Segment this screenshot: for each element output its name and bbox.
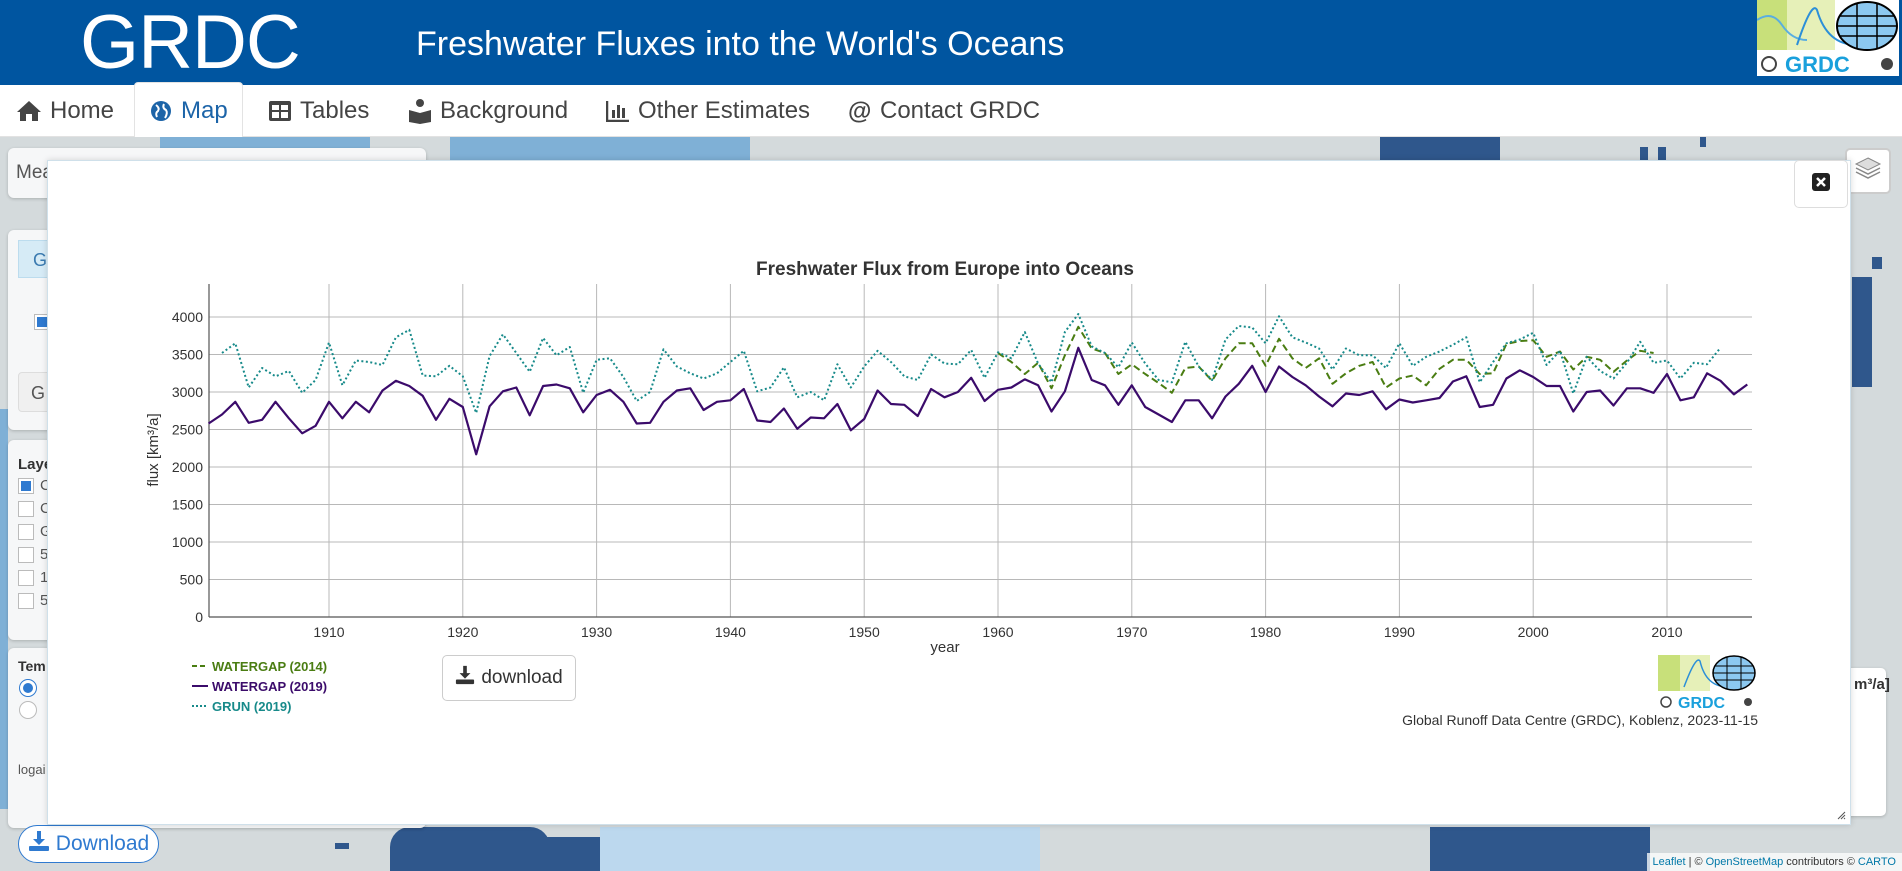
legend-swatch-solid	[192, 685, 208, 687]
chart-series	[207, 313, 1748, 456]
x-tick-label: 1980	[1250, 624, 1281, 640]
x-tick-label: 1990	[1384, 624, 1415, 640]
x-tick-label: 1910	[313, 624, 344, 640]
legend-item-grun-2019[interactable]: GRUN (2019)	[192, 696, 327, 716]
x-axis-label: year	[930, 639, 959, 656]
chart-axes	[208, 284, 1752, 618]
x-tick-label: 1960	[982, 624, 1013, 640]
y-tick-label: 2000	[172, 459, 203, 475]
legend-label-watergap-2019: WATERGAP (2019)	[212, 678, 328, 694]
svg-text:GRDC: GRDC	[1678, 695, 1726, 711]
chart-download-label: download	[481, 667, 563, 688]
x-tick-label: 1970	[1116, 624, 1147, 640]
y-axis-label: flux [km³/a]	[145, 413, 162, 486]
y-tick-label: 1000	[172, 534, 203, 550]
x-tick-label: 1940	[715, 624, 746, 640]
flux-chart: Freshwater Flux from Europe into Oceans …	[145, 259, 1752, 656]
y-tick-label: 2500	[172, 422, 203, 438]
legend-swatch-dashed	[192, 665, 208, 667]
y-tick-label: 4000	[172, 309, 203, 325]
legend-swatch-dotted	[192, 705, 206, 707]
y-tick-labels: 0 500 1000 1500 2000 2500 3000 3500 4000	[172, 309, 203, 625]
chart-credit: Global Runoff Data Centre (GRDC), Koblen…	[1402, 712, 1758, 728]
chart-title: Freshwater Flux from Europe into Oceans	[756, 259, 1134, 280]
y-tick-label: 3000	[172, 384, 203, 400]
y-tick-label: 500	[180, 572, 204, 588]
legend-item-watergap-2014[interactable]: WATERGAP (2014)	[192, 656, 327, 676]
chart-download-button[interactable]: download	[442, 655, 576, 701]
y-tick-label: 0	[195, 609, 203, 625]
y-tick-label: 1500	[172, 497, 203, 513]
legend-label-watergap-2014: WATERGAP (2014)	[212, 658, 328, 674]
chart-legend: WATERGAP (2014) WATERGAP (2019) GRUN (20…	[192, 656, 327, 716]
chart-grdc-logo: GRDC	[1658, 655, 1756, 712]
x-tick-label: 1930	[581, 624, 612, 640]
y-tick-label: 3500	[172, 347, 203, 363]
x-tick-label: 2010	[1651, 624, 1682, 640]
x-tick-labels: 1910 1920 1930 1940 1950 1960 1970 1980 1990 2000…	[313, 624, 1682, 640]
x-tick-label: 1950	[849, 624, 880, 640]
x-tick-label: 2000	[1518, 624, 1549, 640]
legend-item-watergap-2019[interactable]: WATERGAP (2019)	[192, 676, 327, 696]
x-tick-label: 1920	[447, 624, 478, 640]
resize-handle-icon[interactable]	[1836, 810, 1846, 820]
download-icon	[455, 665, 475, 691]
chart-grid	[209, 284, 1752, 617]
legend-label-grun-2019: GRUN (2019)	[212, 698, 292, 714]
